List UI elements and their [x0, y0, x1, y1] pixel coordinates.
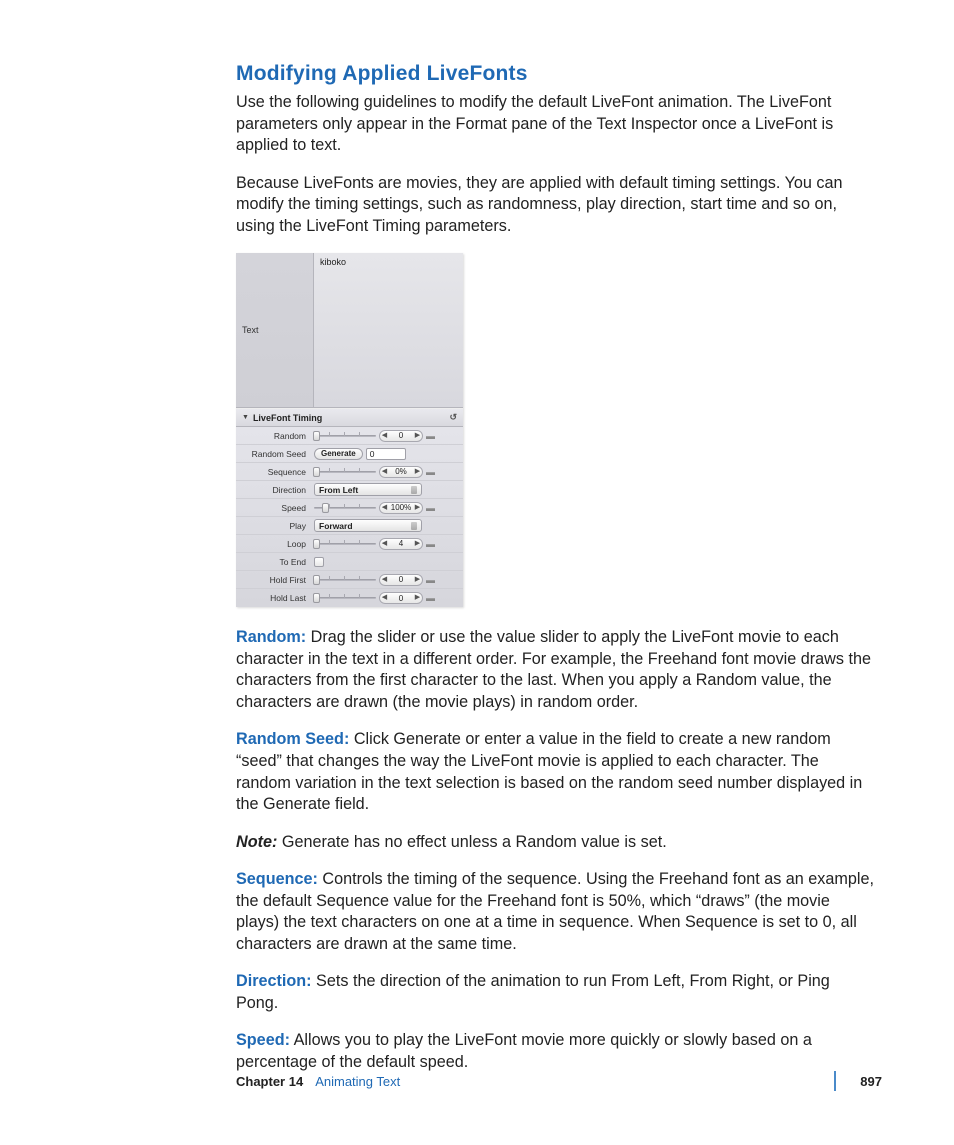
play-select[interactable]: Forward	[314, 519, 422, 532]
def-random-text: Drag the slider or use the value slider …	[236, 628, 871, 711]
disclosure-triangle-icon[interactable]: ▼	[242, 414, 249, 421]
param-label: Hold Last	[236, 593, 314, 603]
footer-divider	[834, 1071, 836, 1091]
param-random-seed: Random Seed Generate 0	[236, 445, 463, 463]
page-number: 897	[860, 1074, 882, 1089]
param-to-end: To End	[236, 553, 463, 571]
param-label: Speed	[236, 503, 314, 513]
hold-last-slider[interactable]	[314, 593, 376, 603]
def-random: Random: Drag the slider or use the value…	[236, 627, 874, 713]
term-random-seed: Random Seed:	[236, 730, 349, 748]
param-label: Sequence	[236, 467, 314, 477]
param-hold-first: Hold First ◀0▶ ▬	[236, 571, 463, 589]
text-preview: kiboko	[314, 253, 463, 407]
param-label: Play	[236, 521, 314, 531]
param-sequence: Sequence ◀0%▶ ▬	[236, 463, 463, 481]
livefont-inspector-figure: Text kiboko ▼ LiveFont Timing ↺ Random ◀…	[236, 253, 463, 607]
param-label: Random	[236, 431, 314, 441]
keyframe-menu-icon[interactable]: ▬	[426, 593, 434, 603]
hold-first-stepper[interactable]: ◀0▶	[379, 574, 423, 586]
intro-paragraph-2: Because LiveFonts are movies, they are a…	[236, 173, 874, 238]
def-speed-text: Allows you to play the LiveFont movie mo…	[236, 1031, 812, 1071]
param-loop: Loop ◀4▶ ▬	[236, 535, 463, 553]
generate-button[interactable]: Generate	[314, 448, 363, 460]
random-slider[interactable]	[314, 431, 376, 441]
param-label: Loop	[236, 539, 314, 549]
keyframe-menu-icon[interactable]: ▬	[426, 467, 434, 477]
hold-last-stepper[interactable]: ◀0▶	[379, 592, 423, 604]
loop-stepper[interactable]: ◀4▶	[379, 538, 423, 550]
def-sequence: Sequence: Controls the timing of the seq…	[236, 869, 874, 955]
page-footer: Chapter 14 Animating Text 897	[236, 1071, 882, 1091]
direction-select[interactable]: From Left	[314, 483, 422, 496]
sequence-slider[interactable]	[314, 467, 376, 477]
param-direction: Direction From Left	[236, 481, 463, 499]
param-label: To End	[236, 557, 314, 567]
param-play: Play Forward	[236, 517, 463, 535]
term-note: Note:	[236, 833, 277, 851]
hold-first-slider[interactable]	[314, 575, 376, 585]
note: Note: Generate has no effect unless a Ra…	[236, 832, 874, 854]
chapter-title: Animating Text	[315, 1074, 400, 1089]
def-speed: Speed: Allows you to play the LiveFont m…	[236, 1030, 874, 1073]
keyframe-menu-icon[interactable]: ▬	[426, 575, 434, 585]
param-hold-last: Hold Last ◀0▶ ▬	[236, 589, 463, 607]
random-seed-field[interactable]: 0	[366, 448, 406, 460]
term-direction: Direction:	[236, 972, 312, 990]
to-end-checkbox[interactable]	[314, 557, 324, 567]
section-heading: Modifying Applied LiveFonts	[236, 62, 874, 86]
chapter-label: Chapter 14	[236, 1074, 303, 1089]
keyframe-menu-icon[interactable]: ▬	[426, 503, 434, 513]
keyframe-menu-icon[interactable]: ▬	[426, 431, 434, 441]
keyframe-menu-icon[interactable]: ▬	[426, 539, 434, 549]
def-sequence-text: Controls the timing of the sequence. Usi…	[236, 870, 874, 953]
sequence-stepper[interactable]: ◀0%▶	[379, 466, 423, 478]
reset-icon[interactable]: ↺	[449, 412, 457, 423]
term-random: Random:	[236, 628, 306, 646]
note-text: Generate has no effect unless a Random v…	[277, 833, 666, 851]
def-direction-text: Sets the direction of the animation to r…	[236, 972, 830, 1012]
speed-slider[interactable]	[314, 503, 376, 513]
section-title: LiveFont Timing	[253, 413, 322, 423]
def-direction: Direction: Sets the direction of the ani…	[236, 971, 874, 1014]
param-label: Hold First	[236, 575, 314, 585]
speed-stepper[interactable]: ◀100%▶	[379, 502, 423, 514]
text-well-label: Text	[236, 253, 314, 407]
term-speed: Speed:	[236, 1031, 290, 1049]
term-sequence: Sequence:	[236, 870, 318, 888]
param-label: Direction	[236, 485, 314, 495]
loop-slider[interactable]	[314, 539, 376, 549]
random-stepper[interactable]: ◀0▶	[379, 430, 423, 442]
intro-paragraph-1: Use the following guidelines to modify t…	[236, 92, 874, 157]
def-random-seed: Random Seed: Click Generate or enter a v…	[236, 729, 874, 815]
param-label: Random Seed	[236, 449, 314, 459]
param-speed: Speed ◀100%▶ ▬	[236, 499, 463, 517]
param-random: Random ◀0▶ ▬	[236, 427, 463, 445]
